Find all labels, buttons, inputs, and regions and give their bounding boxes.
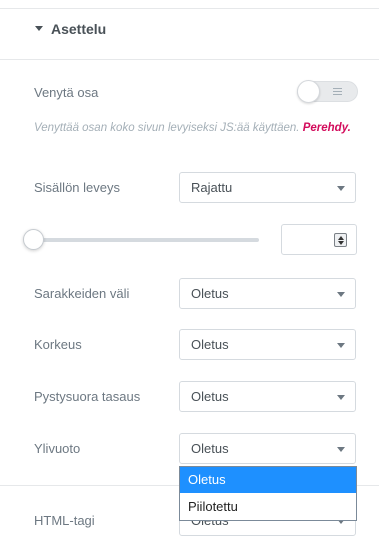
chevron-down-icon — [337, 343, 345, 348]
height-select[interactable]: Oletus — [179, 329, 356, 360]
toggle-knob[interactable] — [297, 80, 320, 103]
chevron-down-icon — [337, 186, 345, 191]
chevron-down-icon — [337, 447, 345, 452]
width-number-input[interactable] — [281, 224, 357, 255]
chevron-down-icon — [337, 292, 345, 297]
help-description: Venyttää osan koko sivun levyiseksi JS:ä… — [34, 122, 300, 134]
learn-more-link[interactable]: Perehdy. — [303, 122, 351, 134]
vertical-align-label: Pystysuora tasaus — [34, 389, 141, 404]
section-title: Asettelu — [51, 21, 107, 37]
chevron-down-icon — [337, 395, 345, 400]
select-value: Oletus — [191, 441, 229, 456]
caret-down-icon — [35, 26, 43, 31]
select-value: Oletus — [191, 337, 229, 352]
column-gap-select[interactable]: Oletus — [179, 278, 356, 309]
width-slider-handle[interactable] — [23, 229, 44, 250]
height-label: Korkeus — [34, 337, 82, 352]
spin-down-icon[interactable] — [338, 241, 344, 245]
width-slider-track[interactable] — [40, 238, 259, 242]
column-gap-label: Sarakkeiden väli — [34, 286, 130, 301]
vertical-align-select[interactable]: Oletus — [179, 381, 356, 412]
select-value: Oletus — [191, 286, 229, 301]
spinner-icon[interactable] — [334, 233, 347, 247]
select-value: Oletus — [191, 389, 229, 404]
stretch-help-text: Venyttää osan koko sivun levyiseksi JS:ä… — [34, 120, 364, 136]
stretch-section-label: Venytä osa — [34, 85, 99, 100]
overflow-dropdown-list: Oletus Piilotettu — [179, 466, 357, 521]
header-divider — [0, 59, 379, 60]
html-tag-label: HTML-tagi — [34, 513, 95, 528]
content-width-select[interactable]: Rajattu — [179, 172, 356, 203]
content-width-label: Sisällön leveys — [34, 180, 120, 195]
select-value: Rajattu — [191, 180, 233, 195]
overflow-select[interactable]: Oletus — [179, 433, 356, 464]
overflow-label: Ylivuoto — [34, 441, 81, 456]
spin-up-icon[interactable] — [338, 236, 344, 240]
dropdown-option-default[interactable]: Oletus — [180, 467, 356, 493]
toggle-off-icon — [333, 88, 342, 95]
dropdown-option-hidden[interactable]: Piilotettu — [180, 494, 356, 520]
